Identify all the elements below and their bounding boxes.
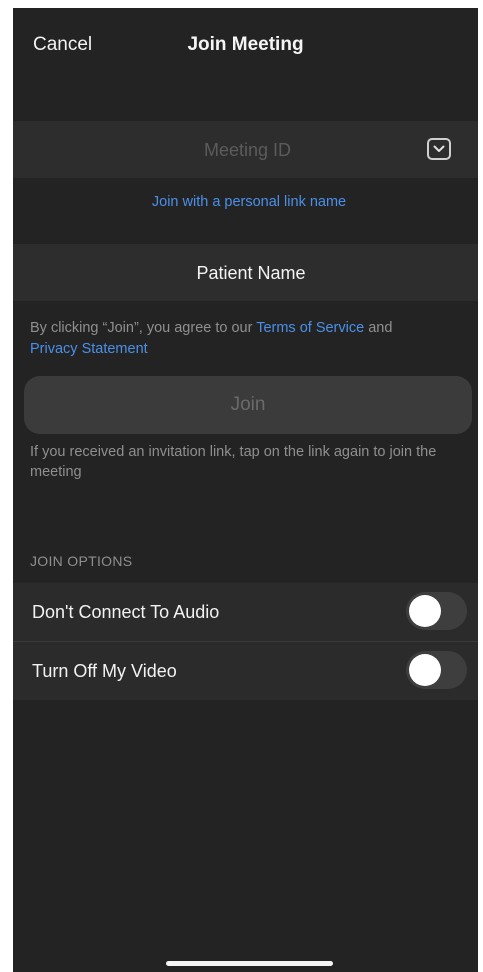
home-indicator[interactable] <box>166 961 333 966</box>
display-name-input[interactable] <box>13 244 478 303</box>
turn-off-video-toggle[interactable] <box>406 651 467 689</box>
nav-bar: Cancel Join Meeting <box>13 8 478 120</box>
meeting-id-row <box>13 121 478 180</box>
page-title: Join Meeting <box>187 34 304 55</box>
option-row-turn-off-video: Turn Off My Video <box>13 641 478 700</box>
join-meeting-screen: Cancel Join Meeting Join with a personal… <box>13 8 478 972</box>
toggle-knob <box>409 595 441 627</box>
join-options-list: Don't Connect To Audio Turn Off My Video <box>13 583 478 700</box>
privacy-statement-link[interactable]: Privacy Statement <box>30 341 148 357</box>
option-label: Turn Off My Video <box>32 661 177 681</box>
toggle-knob <box>409 654 441 686</box>
terms-agreement-text: By clicking “Join”, you agree to our Ter… <box>30 318 470 360</box>
invitation-hint-text: If you received an invitation link, tap … <box>30 444 437 480</box>
agreement-prefix: By clicking “Join”, you agree to our <box>30 320 257 336</box>
agreement-middle: and <box>364 320 393 336</box>
chevron-down-icon <box>433 145 445 152</box>
join-with-personal-link-button[interactable]: Join with a personal link name <box>13 194 478 210</box>
join-options-heading: JOIN OPTIONS <box>30 553 133 569</box>
dont-connect-audio-toggle[interactable] <box>406 592 467 630</box>
option-row-dont-connect-audio: Don't Connect To Audio <box>13 583 478 641</box>
meeting-history-dropdown-button[interactable] <box>427 138 451 160</box>
terms-of-service-link[interactable]: Terms of Service <box>256 320 364 336</box>
name-row <box>13 244 478 303</box>
meeting-id-input[interactable] <box>13 121 478 180</box>
join-button[interactable]: Join <box>24 376 472 434</box>
option-label: Don't Connect To Audio <box>32 602 220 622</box>
